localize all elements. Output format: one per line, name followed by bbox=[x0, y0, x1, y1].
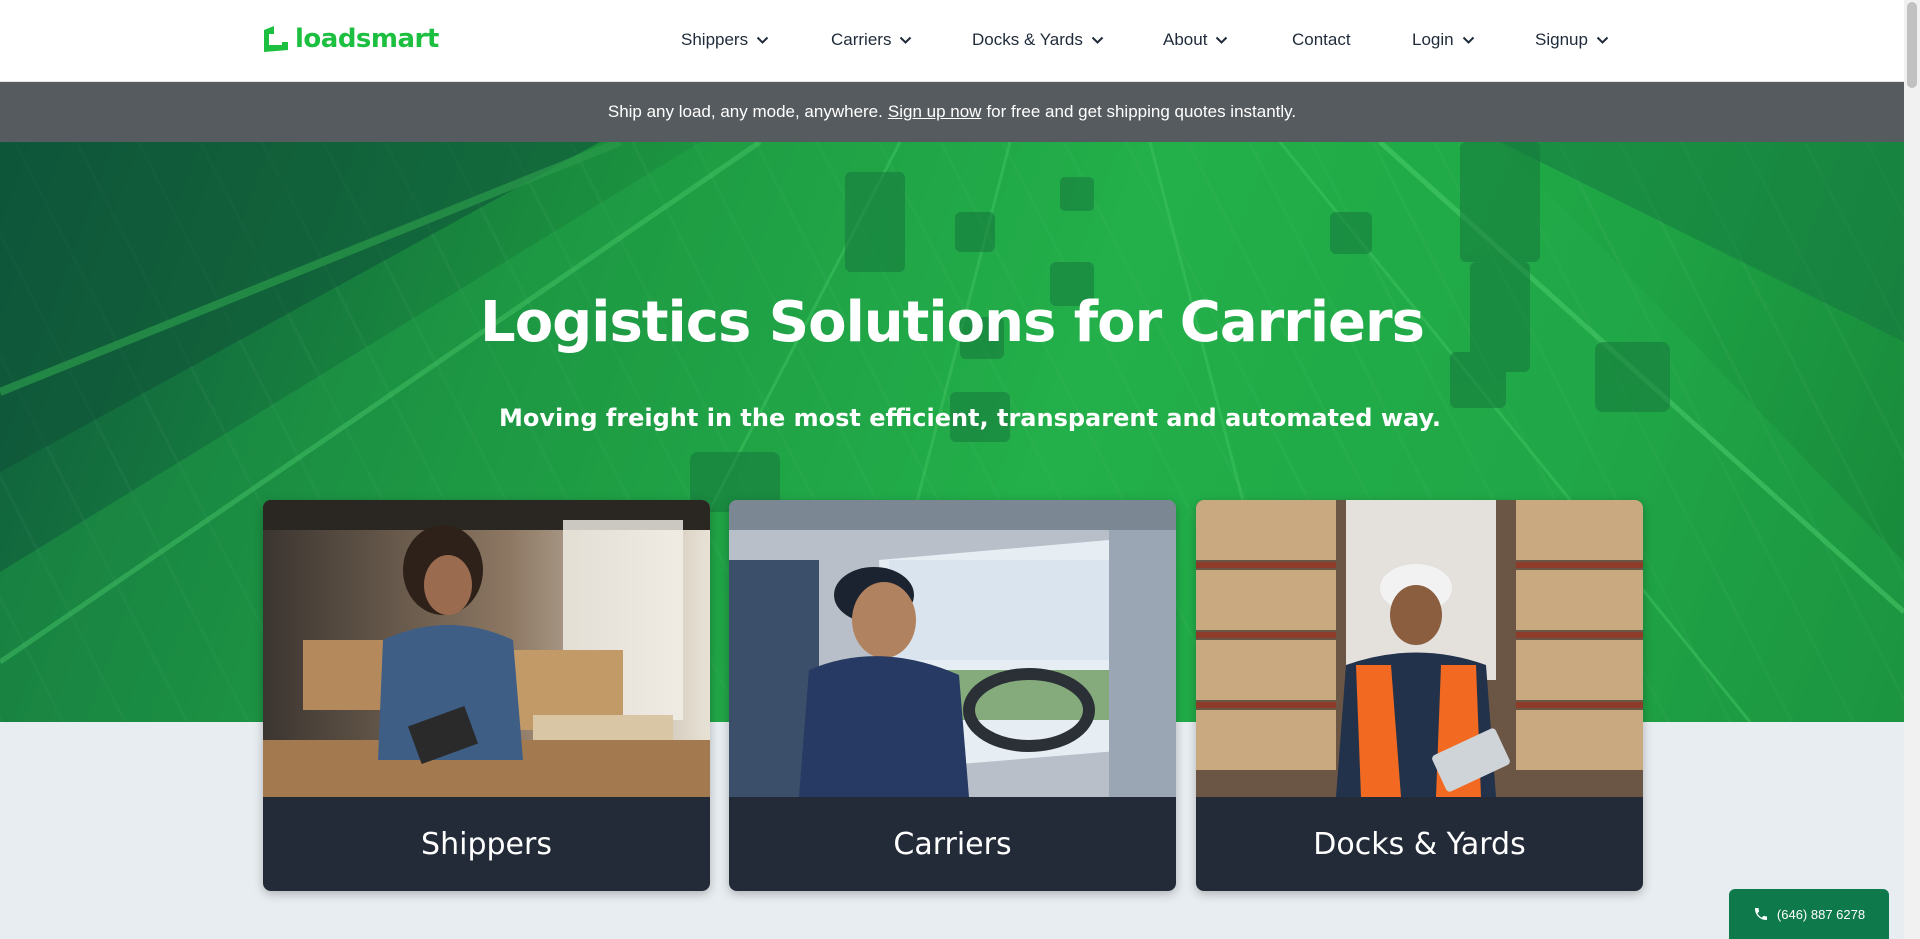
hero-title: Logistics Solutions for Carriers bbox=[480, 290, 1425, 355]
nav-signup[interactable]: Signup bbox=[1535, 30, 1609, 50]
page-scrollbar[interactable] bbox=[1904, 0, 1920, 939]
phone-contact-button[interactable]: (646) 887 6278 bbox=[1729, 889, 1889, 939]
shippers-card[interactable]: Shippers bbox=[263, 500, 710, 891]
nav-shippers[interactable]: Shippers bbox=[681, 30, 769, 50]
card-label: Carriers bbox=[893, 826, 1012, 862]
site-header: loadsmart Shippers Carriers Docks & Yard… bbox=[0, 0, 1904, 82]
announcement-text-after: for free and get shipping quotes instant… bbox=[986, 102, 1297, 121]
announcement-text-before: Ship any load, any mode, anywhere. bbox=[607, 102, 883, 121]
carriers-card[interactable]: Carriers bbox=[729, 500, 1176, 891]
nav-label: Docks & Yards bbox=[972, 30, 1083, 49]
warehouse-worker-with-tablet-photo bbox=[1196, 500, 1643, 797]
scrollbar-thumb[interactable] bbox=[1907, 2, 1917, 88]
phone-number: (646) 887 6278 bbox=[1776, 906, 1866, 922]
nav-label: Contact bbox=[1292, 30, 1351, 49]
nav-label: About bbox=[1163, 30, 1208, 49]
card-label: Docks & Yards bbox=[1313, 826, 1526, 862]
nav-label: Signup bbox=[1535, 30, 1588, 49]
nav-docks-yards[interactable]: Docks & Yards bbox=[972, 30, 1104, 50]
nav-label: Login bbox=[1412, 30, 1454, 49]
woman-with-tablet-among-boxes-photo bbox=[263, 500, 710, 797]
chevron-down-icon bbox=[1216, 36, 1228, 44]
hero-subtitle-text: Moving freight in the most efficient, tr… bbox=[498, 404, 1442, 432]
nav-label: Shippers bbox=[681, 30, 749, 49]
chevron-down-icon bbox=[1596, 36, 1609, 44]
phone-icon bbox=[1754, 908, 1767, 920]
chevron-down-icon bbox=[1462, 36, 1474, 44]
announcement-bar: Ship any load, any mode, anywhere. Sign … bbox=[0, 82, 1904, 142]
nav-carriers[interactable]: Carriers bbox=[831, 30, 912, 50]
hero-subtitle: Moving freight in the most efficient, tr… bbox=[0, 404, 1904, 432]
docks-yards-card[interactable]: Docks & Yards bbox=[1196, 500, 1643, 891]
sign-up-now-link[interactable]: Sign up now bbox=[888, 102, 982, 122]
nav-contact[interactable]: Contact bbox=[1292, 30, 1351, 50]
chevron-down-icon bbox=[900, 36, 912, 44]
chevron-down-icon bbox=[1091, 36, 1104, 44]
main-nav: Shippers Carriers Docks & Yards About Co… bbox=[0, 0, 1904, 82]
chevron-down-icon bbox=[756, 36, 769, 44]
nav-login[interactable]: Login bbox=[1412, 30, 1475, 50]
truck-driver-at-wheel-photo bbox=[729, 500, 1176, 797]
nav-label: Carriers bbox=[831, 30, 892, 49]
nav-about[interactable]: About bbox=[1163, 30, 1228, 50]
card-label: Shippers bbox=[421, 826, 552, 862]
